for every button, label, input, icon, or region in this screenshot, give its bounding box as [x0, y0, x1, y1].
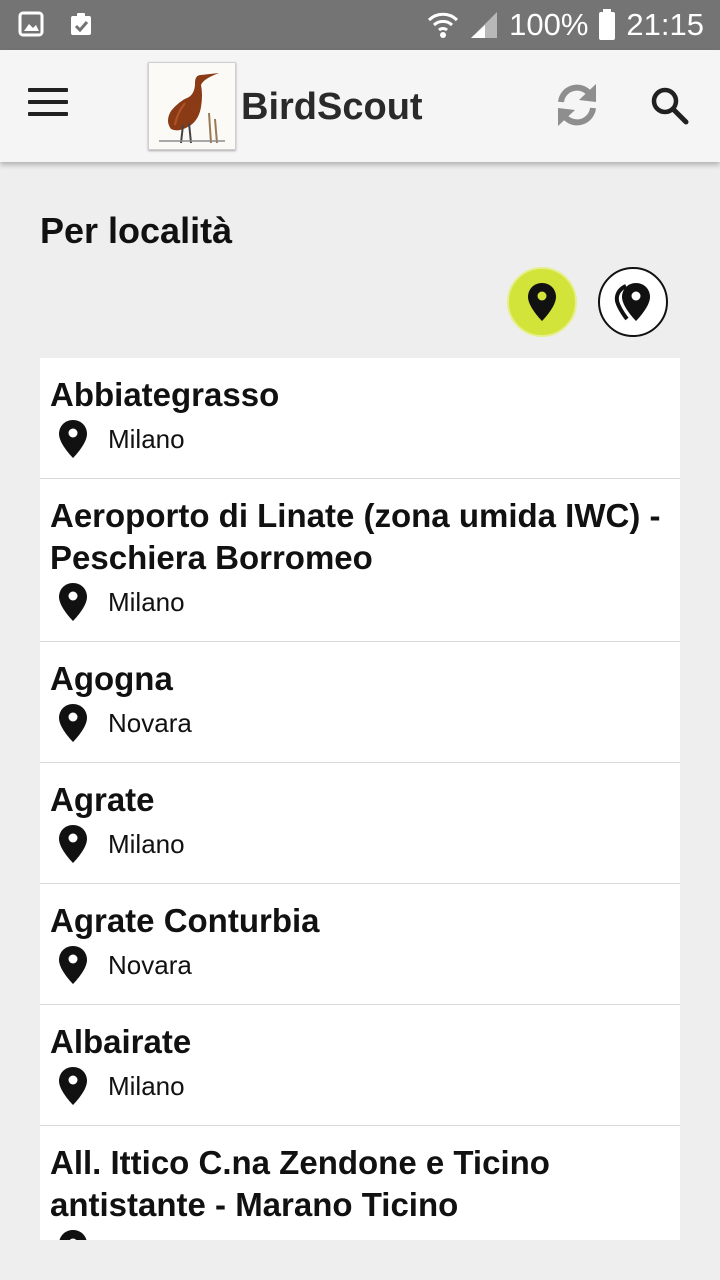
image-icon — [18, 11, 44, 37]
map-pin-icon — [59, 704, 87, 742]
location-name: Albairate — [50, 1023, 192, 1060]
battery-icon — [599, 9, 616, 40]
location-name: Agrate Conturbia — [50, 902, 320, 939]
location-province: Novara — [108, 949, 192, 980]
list-item[interactable]: Agrate Milano — [40, 763, 680, 884]
clock: 21:15 — [626, 7, 704, 42]
location-province: Milano — [108, 423, 185, 454]
map-pin-icon — [59, 946, 87, 984]
location-name: All. Ittico C.na Zendone e Ticino antist… — [50, 1144, 550, 1223]
list-item[interactable]: All. Ittico C.na Zendone e Ticino antist… — [40, 1126, 680, 1240]
status-bar: 100% 21:15 — [0, 0, 720, 50]
map-pin-icon — [59, 1230, 87, 1240]
single-location-filter-button[interactable] — [507, 267, 577, 337]
heron-logo — [148, 62, 236, 150]
multiple-locations-filter-button[interactable] — [598, 267, 668, 337]
list-item[interactable]: Aeroporto di Linate (zona umida IWC) - P… — [40, 479, 680, 642]
location-name: Aeroporto di Linate (zona umida IWC) - P… — [50, 497, 661, 576]
list-item[interactable]: Abbiategrasso Milano — [40, 358, 680, 479]
app-title: BirdScout — [241, 86, 423, 128]
location-name: Agogna — [50, 660, 173, 697]
location-name: Agrate — [50, 781, 155, 818]
app-bar: BirdScout — [0, 50, 720, 162]
location-province: Novara — [108, 707, 192, 738]
wifi-icon — [428, 12, 459, 38]
battery-percentage: 100% — [509, 7, 589, 42]
location-list: Abbiategrasso Milano Aeroporto di Linate… — [40, 358, 680, 1240]
menu-icon[interactable] — [28, 88, 68, 122]
map-pin-icon — [59, 420, 87, 458]
section-title: Per località — [40, 210, 233, 251]
search-icon[interactable] — [648, 84, 692, 128]
map-pins-icon — [614, 283, 650, 321]
list-item[interactable]: Agogna Novara — [40, 642, 680, 763]
map-pin-icon — [59, 583, 87, 621]
list-item[interactable]: Agrate Conturbia Novara — [40, 884, 680, 1005]
clipboard-check-icon — [71, 13, 91, 35]
location-name: Abbiategrasso — [50, 376, 280, 413]
list-item[interactable]: Albairate Milano — [40, 1005, 680, 1126]
signal-icon — [471, 12, 498, 38]
refresh-icon[interactable] — [552, 80, 602, 130]
map-pin-icon — [59, 1067, 87, 1105]
location-province: Milano — [108, 1070, 185, 1101]
location-province: Milano — [108, 586, 185, 617]
map-pin-icon — [528, 283, 556, 321]
map-pin-icon — [59, 825, 87, 863]
location-province: Milano — [108, 828, 185, 859]
